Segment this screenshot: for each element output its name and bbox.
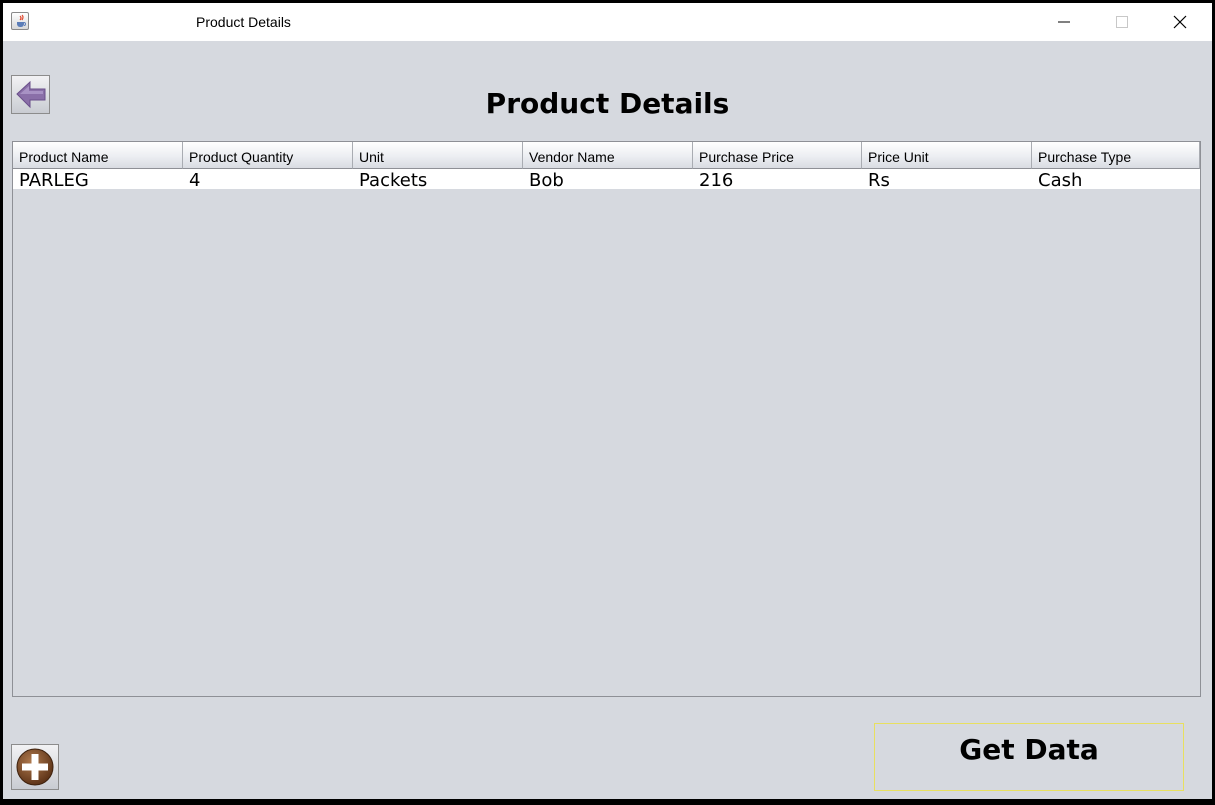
table-body: PARLEG 4 Packets Bob 216 Rs Cash <box>13 169 1200 189</box>
add-circle-icon <box>16 748 54 786</box>
column-header-vendor-name[interactable]: Vendor Name <box>523 142 693 169</box>
cell-purchase-price[interactable]: 216 <box>693 169 862 189</box>
cell-unit[interactable]: Packets <box>353 169 523 189</box>
table-row[interactable]: PARLEG 4 Packets Bob 216 Rs Cash <box>13 169 1200 189</box>
column-header-product-quantity[interactable]: Product Quantity <box>183 142 353 169</box>
close-icon <box>1173 15 1187 29</box>
column-header-price-unit[interactable]: Price Unit <box>862 142 1032 169</box>
window-title: Product Details <box>196 14 291 30</box>
maximize-icon <box>1116 16 1128 28</box>
cell-vendor-name[interactable]: Bob <box>523 169 693 189</box>
cell-product-quantity[interactable]: 4 <box>183 169 353 189</box>
column-header-purchase-type[interactable]: Purchase Type <box>1032 142 1200 169</box>
page-title: Product Details <box>485 87 730 120</box>
column-header-unit[interactable]: Unit <box>353 142 523 169</box>
column-header-purchase-price[interactable]: Purchase Price <box>693 142 862 169</box>
minimize-button[interactable] <box>1035 3 1093 41</box>
table-header: Product Name Product Quantity Unit Vendo… <box>13 142 1200 169</box>
product-table[interactable]: Product Name Product Quantity Unit Vendo… <box>12 141 1201 697</box>
add-product-button[interactable] <box>11 744 59 790</box>
app-window: Product Details Product Details Product <box>3 3 1212 799</box>
get-data-button[interactable]: Get Data <box>874 723 1184 791</box>
cell-purchase-type[interactable]: Cash <box>1032 169 1200 189</box>
cell-price-unit[interactable]: Rs <box>862 169 1032 189</box>
close-button[interactable] <box>1151 3 1209 41</box>
title-bar: Product Details <box>3 3 1212 41</box>
cell-product-name[interactable]: PARLEG <box>13 169 183 189</box>
java-cup-icon[interactable] <box>11 12 29 30</box>
column-header-product-name[interactable]: Product Name <box>13 142 183 169</box>
minimize-icon <box>1058 21 1070 23</box>
maximize-button[interactable] <box>1093 3 1151 41</box>
